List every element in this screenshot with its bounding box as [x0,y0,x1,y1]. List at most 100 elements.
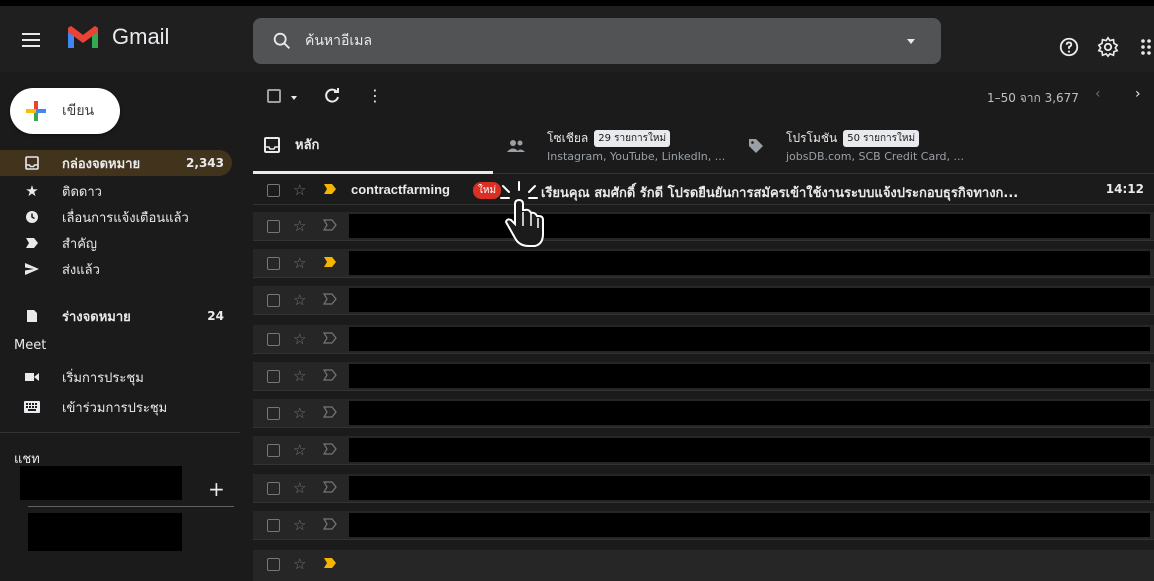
row-checkbox[interactable] [267,333,280,346]
tab-promotions[interactable]: โปรโมชัน 50 รายการใหม่ jobsDB.com, SCB C… [748,118,1008,174]
hamburger-line [22,33,40,35]
apps-grid-icon[interactable] [1140,38,1154,56]
star-outline-icon[interactable]: ☆ [293,555,306,573]
tab-social[interactable]: โซเชียล 29 รายการใหม่ Instagram, YouTube… [507,118,747,174]
star-outline-icon[interactable]: ☆ [293,291,306,309]
next-page-button[interactable]: › [1135,86,1141,102]
chat-redacted-block [28,513,182,551]
email-row[interactable]: ☆ [253,550,1154,581]
sidebar-item-new-meeting[interactable]: เริ่มการประชุม [0,364,232,390]
row-checkbox[interactable] [267,482,280,495]
tab-label: โปรโมชัน [786,131,838,145]
sidebar-item-drafts[interactable]: ร่างจดหมาย 24 [0,306,232,326]
redacted-content [349,364,1150,388]
tag-icon [749,139,763,153]
redacted-content [349,438,1150,462]
star-outline-icon[interactable]: ☆ [293,441,306,459]
gear-icon[interactable] [1097,36,1119,58]
compose-label: เขียน [62,103,95,119]
redacted-content [349,327,1150,351]
mail-toolbar: ⋮ 1–50 จาก 3,677 ‹ › [253,80,1154,114]
compose-button[interactable]: เขียน [10,88,120,134]
search-options-caret-icon[interactable] [907,39,915,44]
row-checkbox[interactable] [267,444,280,457]
important-outline-icon[interactable] [323,480,337,494]
important-outline-icon[interactable] [323,331,337,345]
chat-divider [28,506,234,507]
important-outline-icon[interactable] [323,218,337,232]
sidebar-item-important[interactable]: สำคัญ [0,230,232,256]
hamburger-line [22,45,40,47]
email-row[interactable]: ☆ [253,286,1154,315]
star-outline-icon[interactable]: ☆ [293,254,306,272]
redacted-content [349,214,1150,238]
sidebar-item-label: ร่างจดหมาย [62,309,131,325]
row-checkbox[interactable] [267,370,280,383]
sidebar-item-label: ติดดาว [62,184,102,200]
important-marker-icon[interactable] [323,255,337,269]
email-row[interactable]: ☆ contractfarming ใหม่ เรียนคุณ สมศักดิ์… [253,176,1154,205]
email-row[interactable]: ☆ [253,212,1154,241]
sidebar-item-starred[interactable]: ★ ติดดาว [0,178,232,204]
sidebar-item-label: เข้าร่วมการประชุม [62,400,168,416]
email-row[interactable]: ☆ [253,436,1154,465]
new-chat-plus-icon[interactable]: + [208,477,225,501]
gmail-logo[interactable]: Gmail [66,24,169,50]
star-outline-icon[interactable]: ☆ [293,367,306,385]
sidebar-item-inbox[interactable]: กล่องจดหมาย 2,343 [0,150,232,176]
pagination-text: 1–50 จาก 3,677 [987,91,1079,105]
row-checkbox[interactable] [267,558,280,571]
row-checkbox[interactable] [267,220,280,233]
star-outline-icon[interactable]: ☆ [293,479,306,497]
people-icon [507,140,525,152]
inbox-icon [24,155,40,171]
meet-section-title: Meet [14,338,47,353]
search-icon[interactable] [271,30,293,52]
video-icon [24,369,40,385]
category-tabs: หลัก โซเชียล 29 รายการใหม่ Instagram, Yo… [253,118,1154,174]
email-row[interactable]: ☆ [253,249,1154,278]
row-checkbox[interactable] [267,407,280,420]
gmail-m-icon [68,26,98,48]
search-input[interactable] [305,33,865,49]
tab-snippet: Instagram, YouTube, LinkedIn, ... [547,150,726,163]
email-row[interactable]: ☆ [253,474,1154,503]
search-bar[interactable] [253,18,941,64]
sidebar-item-join-meeting[interactable]: เข้าร่วมการประชุม [0,394,232,420]
main-menu-button[interactable] [18,26,46,54]
select-options-caret-icon[interactable] [291,96,297,100]
important-outline-icon[interactable] [323,292,337,306]
email-row[interactable]: ☆ [253,325,1154,354]
star-outline-icon[interactable]: ☆ [293,516,306,534]
row-checkbox[interactable] [267,257,280,270]
select-all-checkbox[interactable] [267,89,281,103]
star-outline-icon[interactable]: ☆ [293,330,306,348]
email-row[interactable]: ☆ [253,399,1154,428]
help-icon[interactable] [1058,36,1080,58]
star-outline-icon[interactable]: ☆ [293,404,306,422]
row-checkbox[interactable] [267,184,280,197]
important-outline-icon[interactable] [323,405,337,419]
row-checkbox[interactable] [267,519,280,532]
hamburger-line [22,39,40,41]
star-outline-icon[interactable]: ☆ [293,217,306,235]
sidebar-item-label: สำคัญ [62,236,98,252]
email-row[interactable]: ☆ [253,511,1154,540]
email-row[interactable]: ☆ [253,362,1154,391]
sidebar-item-snoozed[interactable]: เลื่อนการแจ้งเตือนแล้ว [0,204,232,230]
important-outline-icon[interactable] [323,442,337,456]
prev-page-button[interactable]: ‹ [1095,86,1101,102]
redacted-content [349,251,1150,275]
sidebar-item-label: เลื่อนการแจ้งเตือนแล้ว [62,210,189,226]
tab-primary[interactable]: หลัก [253,118,493,174]
new-badge: ใหม่ [473,182,502,199]
more-options-icon[interactable]: ⋮ [367,86,383,105]
sidebar-item-sent[interactable]: ส่งแล้ว [0,256,232,282]
star-outline-icon[interactable]: ☆ [293,181,306,199]
important-marker-icon[interactable] [323,556,337,570]
important-outline-icon[interactable] [323,368,337,382]
refresh-icon[interactable] [323,87,341,105]
important-outline-icon[interactable] [323,517,337,531]
row-checkbox[interactable] [267,294,280,307]
important-marker-icon[interactable] [323,182,337,196]
